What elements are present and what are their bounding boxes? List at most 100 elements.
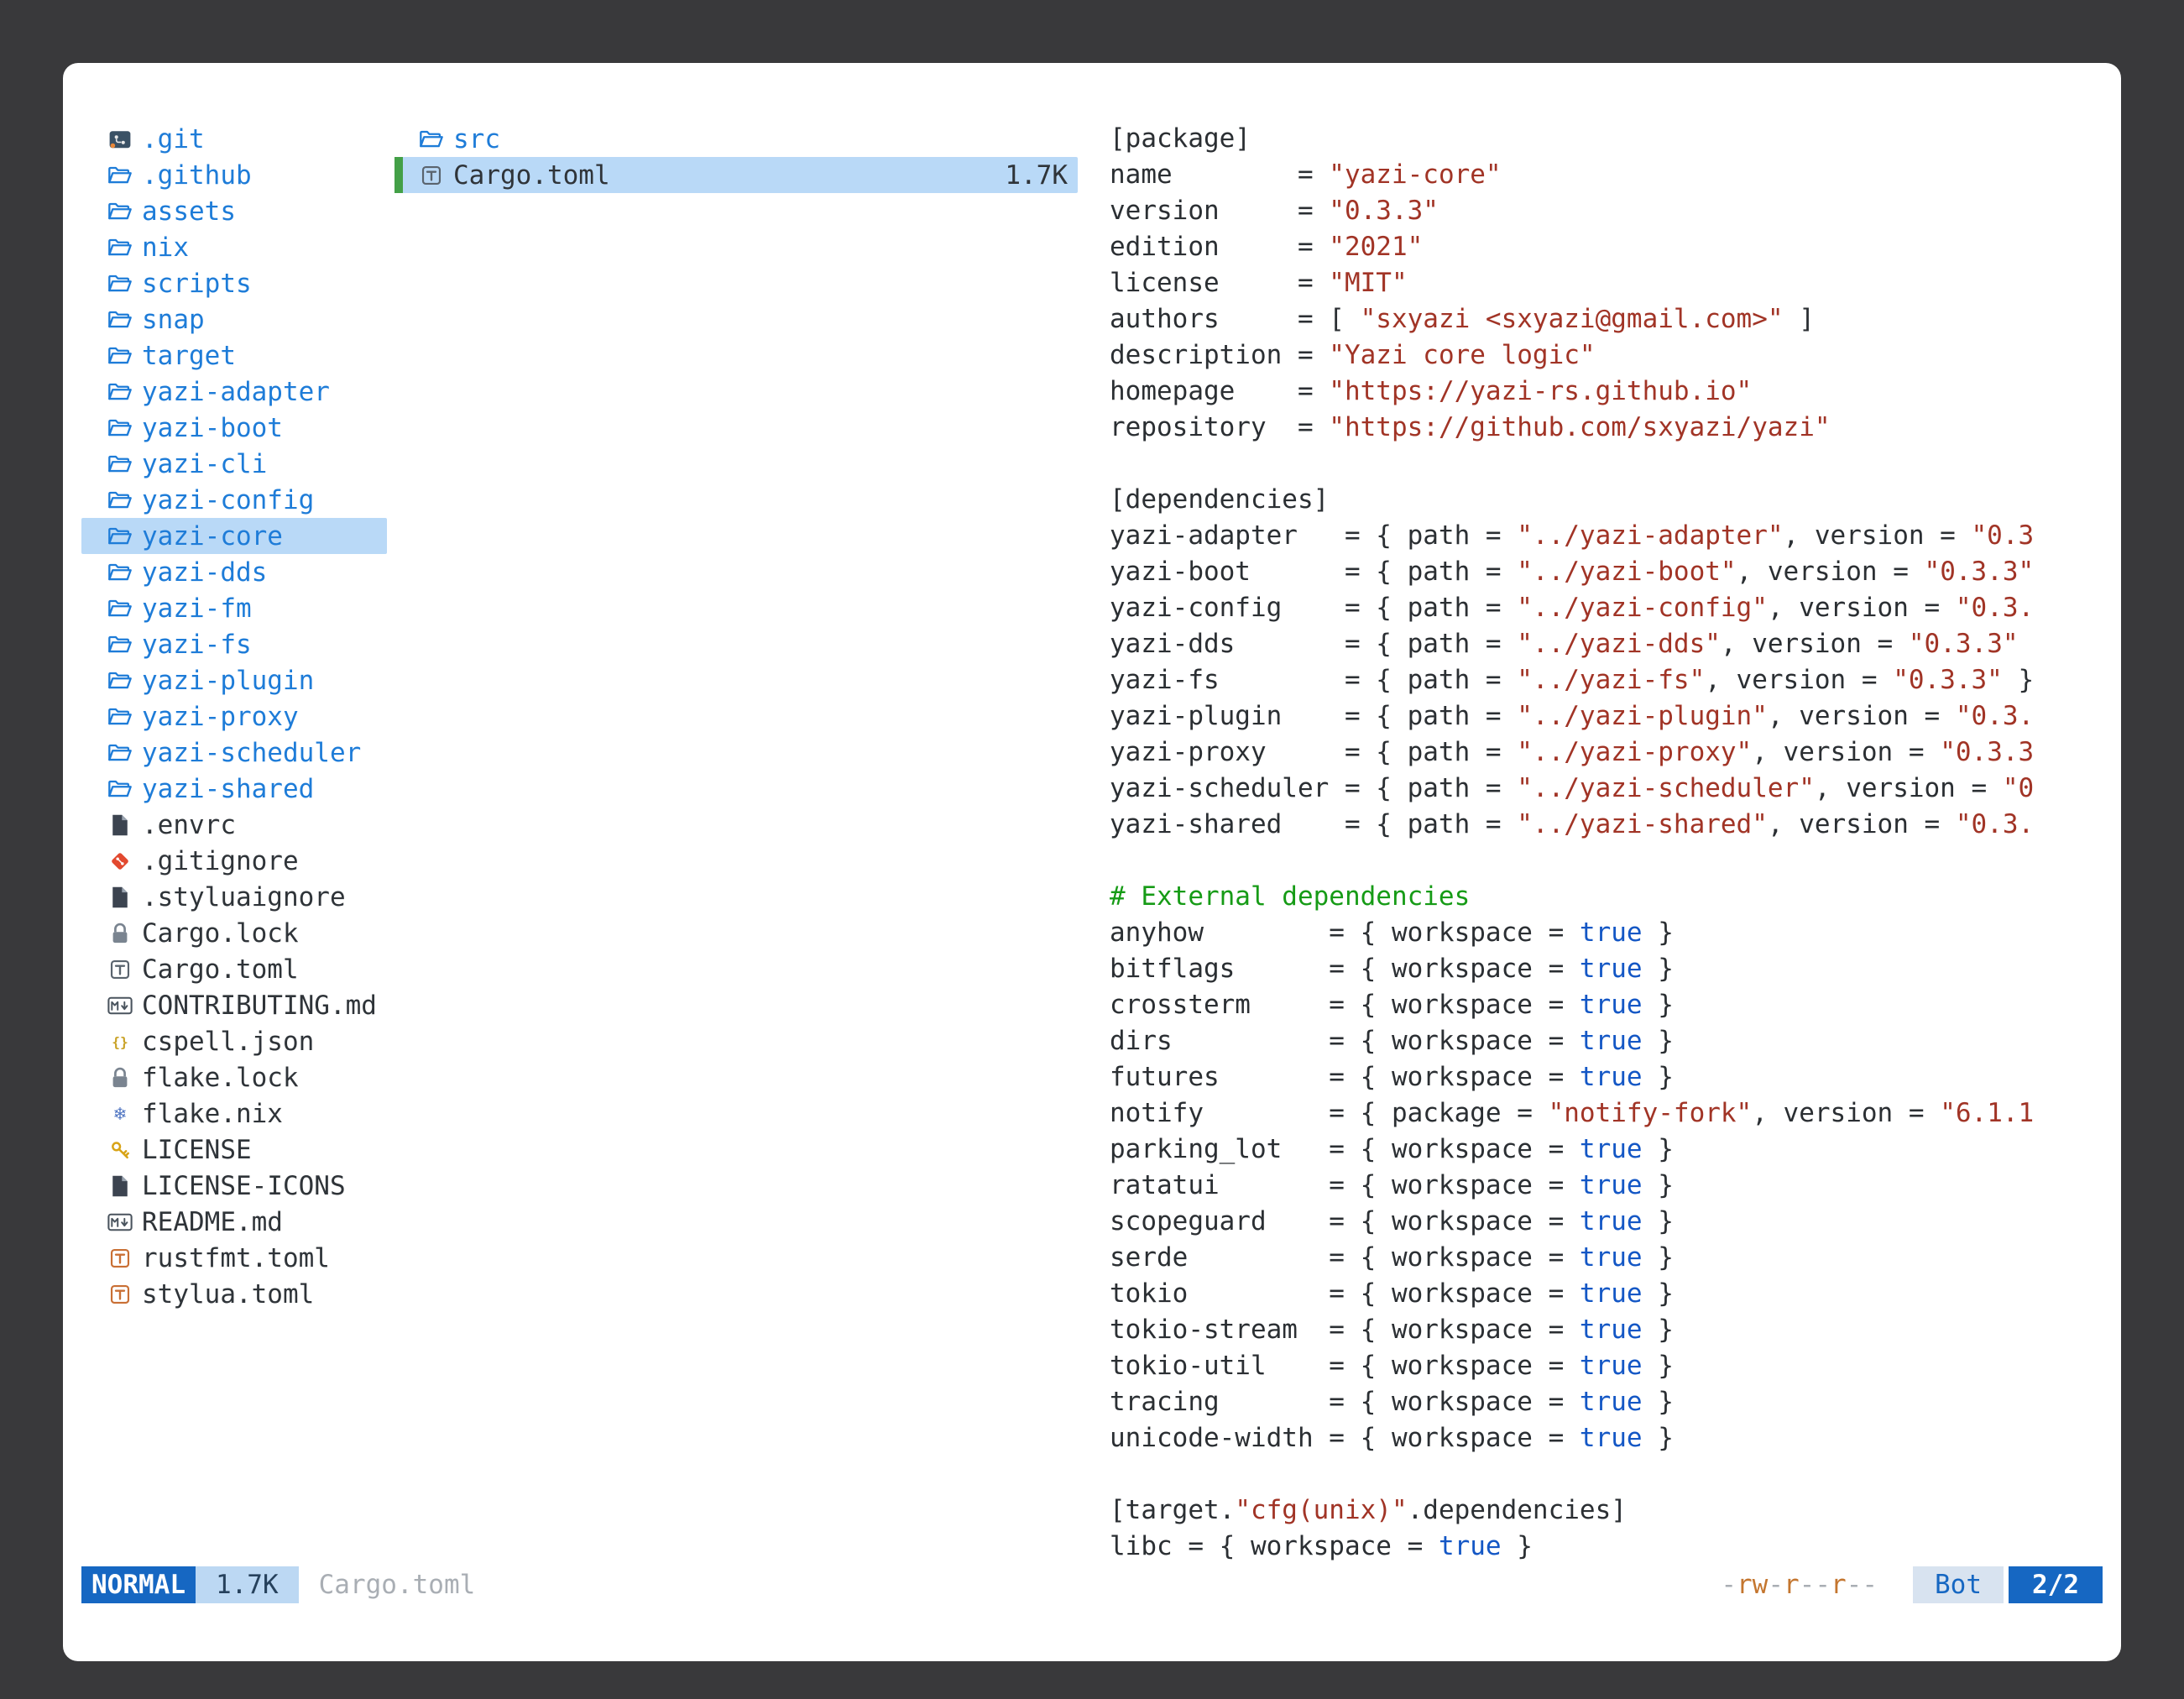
code-span: } bbox=[1643, 1170, 1674, 1200]
code-span: "0.3. bbox=[1956, 593, 2034, 623]
item-label: README.md bbox=[142, 1207, 283, 1237]
dir-item-yazi-plugin[interactable]: yazi-plugin bbox=[81, 662, 387, 698]
code-span: } bbox=[1643, 1351, 1674, 1381]
toml-icon bbox=[107, 957, 133, 982]
item-label: yazi-shared bbox=[142, 774, 314, 804]
code-span: "6.1.1 bbox=[1940, 1098, 2034, 1128]
code-span: edition = bbox=[1110, 232, 1329, 262]
item-label: target bbox=[142, 341, 236, 371]
dir-item-yazi-proxy[interactable]: yazi-proxy bbox=[81, 698, 387, 734]
code-span: "notify-fork" bbox=[1549, 1098, 1753, 1128]
code-span: yazi-proxy = { path = bbox=[1110, 737, 1517, 767]
file-item-flake-lock[interactable]: flake.lock bbox=[81, 1059, 387, 1095]
folder-icon bbox=[107, 163, 133, 188]
code-span: } bbox=[1643, 1134, 1674, 1164]
file-item-license-icons[interactable]: LICENSE-ICONS bbox=[81, 1168, 387, 1204]
code-span: true bbox=[1580, 1387, 1643, 1417]
file-permissions: -rw-r--r-- bbox=[1721, 1570, 1878, 1600]
code-span: notify = { package = bbox=[1110, 1098, 1549, 1128]
file-item--envrc[interactable]: .envrc bbox=[81, 807, 387, 843]
item-label: .envrc bbox=[142, 810, 236, 840]
preview-line: scopeguard = { workspace = true } bbox=[1110, 1204, 2103, 1240]
item-label: scripts bbox=[142, 269, 252, 299]
file-item-cargo-lock[interactable]: Cargo.lock bbox=[81, 915, 387, 951]
code-span: , version = bbox=[1705, 665, 1893, 695]
code-span: "cfg(unix)" bbox=[1235, 1495, 1407, 1525]
dir-item-snap[interactable]: snap bbox=[81, 301, 387, 337]
code-span: homepage = bbox=[1110, 376, 1329, 406]
dir-item-yazi-shared[interactable]: yazi-shared bbox=[81, 771, 387, 807]
preview-line: [package] bbox=[1110, 121, 2103, 157]
file-item-cargo-toml[interactable]: Cargo.toml1.7K bbox=[394, 157, 1078, 193]
code-span: } bbox=[1502, 1531, 1533, 1561]
preview-line bbox=[1110, 446, 2103, 482]
dir-item-assets[interactable]: assets bbox=[81, 193, 387, 229]
permission-segment: - bbox=[1768, 1570, 1784, 1600]
folder-icon bbox=[107, 632, 133, 657]
file-item-flake-nix[interactable]: ❄flake.nix bbox=[81, 1095, 387, 1132]
dir-item-scripts[interactable]: scripts bbox=[81, 265, 387, 301]
code-span: scopeguard = { workspace = bbox=[1110, 1206, 1580, 1236]
file-item-license[interactable]: LICENSE bbox=[81, 1132, 387, 1168]
code-span: yazi-adapter = { path = bbox=[1110, 520, 1517, 551]
preview-line: yazi-proxy = { path = "../yazi-proxy", v… bbox=[1110, 734, 2103, 771]
file-icon bbox=[107, 813, 133, 838]
file-item-cspell-json[interactable]: {}cspell.json bbox=[81, 1023, 387, 1059]
file-item-rustfmt-toml[interactable]: rustfmt.toml bbox=[81, 1240, 387, 1276]
code-span: "sxyazi <sxyazi@gmail.com>" bbox=[1361, 304, 1784, 334]
item-label: yazi-adapter bbox=[142, 377, 330, 407]
dir-item-yazi-config[interactable]: yazi-config bbox=[81, 482, 387, 518]
code-span: tokio-stream = { workspace = bbox=[1110, 1315, 1580, 1345]
status-bar-left: NORMAL 1.7K Cargo.toml bbox=[81, 1566, 475, 1603]
item-label: snap bbox=[142, 305, 205, 335]
code-span: [dependencies] bbox=[1110, 484, 1329, 515]
code-span: version = bbox=[1110, 196, 1329, 226]
code-span: true bbox=[1580, 1134, 1643, 1164]
item-label: CONTRIBUTING.md bbox=[142, 991, 377, 1021]
dir-item-yazi-fm[interactable]: yazi-fm bbox=[81, 590, 387, 626]
file-item-cargo-toml[interactable]: Cargo.toml bbox=[81, 951, 387, 987]
file-manager-panes: .git.githubassetsnix scripts snap target yaz… bbox=[81, 121, 2103, 1566]
file-item-contributing-md[interactable]: CONTRIBUTING.md bbox=[81, 987, 387, 1023]
preview-line: anyhow = { workspace = true } bbox=[1110, 915, 2103, 951]
file-item--gitignore[interactable]: .gitignore bbox=[81, 843, 387, 879]
dir-item-yazi-cli[interactable]: yazi-cli bbox=[81, 446, 387, 482]
dir-item-yazi-boot[interactable]: yazi-boot bbox=[81, 410, 387, 446]
code-span: "../yazi-adapter" bbox=[1517, 520, 1783, 551]
dir-item--git[interactable]: .git bbox=[81, 121, 387, 157]
code-span: futures = { workspace = bbox=[1110, 1062, 1580, 1092]
dir-item-yazi-dds[interactable]: yazi-dds bbox=[81, 554, 387, 590]
item-label: LICENSE bbox=[142, 1135, 252, 1165]
item-label: flake.nix bbox=[142, 1099, 283, 1129]
preview-line: serde = { workspace = true } bbox=[1110, 1240, 2103, 1276]
dir-item-yazi-adapter[interactable]: yazi-adapter bbox=[81, 374, 387, 410]
preview-line: # External dependencies bbox=[1110, 879, 2103, 915]
code-span: [target. bbox=[1110, 1495, 1235, 1525]
file-item--styluaignore[interactable]: .styluaignore bbox=[81, 879, 387, 915]
lock-icon bbox=[107, 921, 133, 946]
dir-item--github[interactable]: .github bbox=[81, 157, 387, 193]
file-item-readme-md[interactable]: README.md bbox=[81, 1204, 387, 1240]
code-span: , version = bbox=[1768, 701, 1956, 731]
code-span: } bbox=[1643, 1026, 1674, 1056]
dir-item-yazi-scheduler[interactable]: yazi-scheduler bbox=[81, 734, 387, 771]
dir-item-yazi-core[interactable]: yazi-core bbox=[81, 518, 387, 554]
code-span: dirs = { workspace = bbox=[1110, 1026, 1580, 1056]
preview-line: yazi-shared = { path = "../yazi-shared",… bbox=[1110, 807, 2103, 843]
code-span: , version = bbox=[1815, 773, 2003, 803]
dir-item-nix[interactable]: nix bbox=[81, 229, 387, 265]
code-span: "https://github.com/sxyazi/yazi" bbox=[1329, 412, 1830, 442]
toml-icon bbox=[418, 163, 445, 188]
code-span: "../yazi-dds" bbox=[1517, 629, 1721, 659]
item-label: Cargo.toml bbox=[142, 954, 299, 985]
file-item-stylua-toml[interactable]: stylua.toml bbox=[81, 1276, 387, 1312]
dir-item-src[interactable]: src bbox=[394, 121, 1078, 157]
markdown-icon bbox=[107, 1210, 133, 1235]
preview-line: [target."cfg(unix)".dependencies] bbox=[1110, 1493, 2103, 1529]
folder-icon bbox=[107, 452, 133, 477]
item-label: flake.lock bbox=[142, 1063, 299, 1093]
file-preview-pane: [package]name = "yazi-core"version = "0.… bbox=[1110, 121, 2103, 1566]
permission-segment: r bbox=[1831, 1570, 1847, 1600]
dir-item-target[interactable]: target bbox=[81, 337, 387, 374]
dir-item-yazi-fs[interactable]: yazi-fs bbox=[81, 626, 387, 662]
